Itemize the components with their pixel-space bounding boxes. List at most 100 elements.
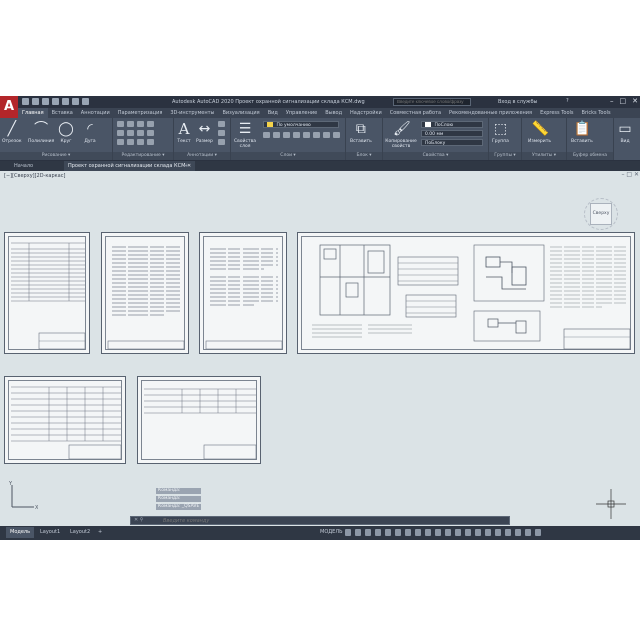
transparency-icon[interactable] (415, 529, 421, 536)
layer-isolate-icon[interactable] (273, 132, 280, 138)
tab-express-tools[interactable]: Express Tools (536, 108, 577, 118)
drawing-area[interactable]: [−][Сверху][2D-каркас] – □ ✕ Сверху Y X … (0, 171, 640, 526)
view-button[interactable]: ▭ Вид (617, 121, 633, 144)
command-input[interactable] (163, 517, 483, 524)
groups-panel-label[interactable]: Группы ▾ (489, 152, 521, 160)
customization-icon[interactable] (525, 529, 531, 536)
mirror-icon[interactable] (127, 130, 134, 136)
paste-button[interactable]: 📋 Вставить (571, 121, 593, 144)
tab-layout2[interactable]: Layout2 (66, 527, 94, 538)
tab-model[interactable]: Модель (6, 527, 35, 538)
save-as-icon[interactable] (52, 98, 59, 105)
undo-icon[interactable] (72, 98, 79, 105)
viewport-window-controls[interactable]: – □ ✕ (621, 171, 639, 178)
plot-icon[interactable] (62, 98, 69, 105)
new-tab-button[interactable]: + (180, 161, 192, 171)
help-icon[interactable]: ? (566, 98, 569, 104)
close-icon[interactable]: ✕ (632, 97, 638, 105)
tab-manage[interactable]: Управление (282, 108, 321, 118)
tab-bricks-tools[interactable]: Bricks Tools (578, 108, 615, 118)
measure-button[interactable]: 📏 Измерить (528, 121, 551, 144)
quick-properties-icon[interactable] (475, 529, 481, 536)
tab-collaborate[interactable]: Совместная работа (386, 108, 445, 118)
move-icon[interactable] (117, 121, 124, 127)
insert-block-button[interactable]: ⧉ Вставить (350, 121, 372, 144)
draw-panel-label[interactable]: Рисование ▾ (0, 152, 112, 160)
tab-featured-apps[interactable]: Рекомендованные приложения (445, 108, 536, 118)
tab-addins[interactable]: Надстройки (346, 108, 386, 118)
fillet-icon[interactable] (137, 130, 144, 136)
linetype-select[interactable]: ПоБлоку (421, 139, 483, 146)
tab-home[interactable]: Главная (18, 108, 48, 118)
viewport-controls[interactable]: [−][Сверху][2D-каркас] (4, 173, 65, 179)
search-input[interactable] (393, 98, 471, 106)
group-button[interactable]: ⬚ Группа (492, 121, 509, 144)
layer-lock-icon[interactable] (293, 132, 300, 138)
clipboard-panel-label[interactable]: Буфер обмена (567, 152, 613, 160)
text-tool-button[interactable]: A Текст (176, 121, 192, 144)
arc-tool-button[interactable]: ◜ Дуга (82, 121, 98, 144)
annotation-scale-icon[interactable] (435, 529, 441, 536)
layer-match-icon[interactable] (303, 132, 310, 138)
fullscreen-icon[interactable] (535, 529, 541, 536)
model-space-toggle[interactable]: МОДЕЛЬ (320, 529, 343, 535)
lineweight-select[interactable]: 0.00 мм (421, 130, 483, 137)
open-file-icon[interactable] (32, 98, 39, 105)
maximize-icon[interactable]: □ (620, 97, 627, 105)
array-icon[interactable] (137, 139, 144, 145)
hardware-acceleration-icon[interactable] (505, 529, 511, 536)
units-icon[interactable] (465, 529, 471, 536)
copy-icon[interactable] (117, 130, 124, 136)
circle-tool-button[interactable]: ◯ Круг (58, 121, 74, 144)
minimize-icon[interactable]: – (610, 97, 614, 105)
layer-unisolate-icon[interactable] (323, 132, 330, 138)
layer-walk-icon[interactable] (333, 132, 340, 138)
selection-cycling-icon[interactable] (425, 529, 431, 536)
lock-ui-icon[interactable] (485, 529, 491, 536)
scale-icon[interactable] (127, 139, 134, 145)
erase-icon[interactable] (147, 121, 154, 127)
utilities-panel-label[interactable]: Утилиты ▾ (522, 152, 566, 160)
workspace-gear-icon[interactable] (445, 529, 451, 536)
isolate-objects-icon[interactable] (495, 529, 501, 536)
layer-properties-button[interactable]: ☰ Свойства слоя (233, 121, 257, 149)
tab-output[interactable]: Вывод (321, 108, 346, 118)
polyline-tool-button[interactable]: ⌒ Полилиния (28, 121, 54, 144)
add-layout-button[interactable]: + (94, 527, 106, 538)
offset-icon[interactable] (147, 139, 154, 145)
layer-off-icon[interactable] (263, 132, 270, 138)
annotation-monitor-icon[interactable] (455, 529, 461, 536)
save-icon[interactable] (42, 98, 49, 105)
properties-panel-label[interactable]: Свойства ▾ (383, 152, 488, 160)
dimension-tool-button[interactable]: ↔ Размер (196, 121, 213, 144)
snap-icon[interactable] (355, 529, 361, 536)
annotation-panel-label[interactable]: Аннотации ▾ (174, 152, 230, 160)
tab-parametric[interactable]: Параметризация (114, 108, 167, 118)
new-file-icon[interactable] (22, 98, 29, 105)
tab-layout1[interactable]: Layout1 (36, 527, 64, 538)
tab-visualize[interactable]: Визуализация (218, 108, 263, 118)
layer-previous-icon[interactable] (313, 132, 320, 138)
tab-drawing[interactable]: Проект охранной сигнализации склада КСМ … (64, 161, 196, 171)
ortho-icon[interactable] (365, 529, 371, 536)
rotate-icon[interactable] (127, 121, 134, 127)
otrack-icon[interactable] (395, 529, 401, 536)
tab-insert[interactable]: Вставка (48, 108, 77, 118)
explode-icon[interactable] (147, 130, 154, 136)
trim-icon[interactable] (137, 121, 144, 127)
line-tool-button[interactable]: ╱ Отрезок (2, 121, 22, 144)
lineweight-icon[interactable] (405, 529, 411, 536)
leader-icon[interactable] (218, 121, 225, 127)
tab-start[interactable]: Начало (10, 161, 37, 171)
stretch-icon[interactable] (117, 139, 124, 145)
clean-screen-icon[interactable] (515, 529, 521, 536)
osnap-icon[interactable] (385, 529, 391, 536)
tab-view[interactable]: Вид (264, 108, 282, 118)
modify-panel-label[interactable]: Редактирование ▾ (113, 152, 173, 160)
redo-icon[interactable] (82, 98, 89, 105)
grid-icon[interactable] (345, 529, 351, 536)
layers-panel-label[interactable]: Слои ▾ (231, 152, 345, 160)
tab-3d-tools[interactable]: 3D-инструменты (166, 108, 218, 118)
color-select[interactable]: ПоСлою (421, 121, 483, 128)
close-command-icon[interactable]: ✕ ⚲ (134, 517, 143, 524)
